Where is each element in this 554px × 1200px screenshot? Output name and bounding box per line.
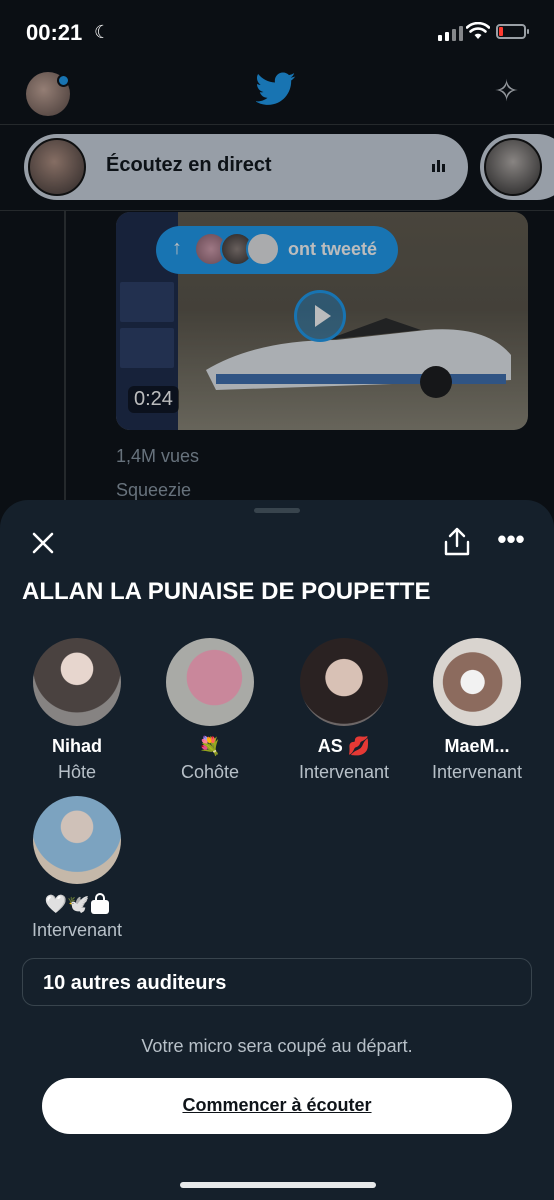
live-label: Écoutez en direct — [106, 154, 272, 176]
start-listening-label: Commencer à écouter — [182, 1095, 372, 1115]
twitter-bird-icon[interactable] — [256, 72, 296, 106]
share-icon[interactable] — [442, 526, 472, 558]
fleets-divider — [0, 210, 554, 211]
participant-speaker[interactable]: MaeM... Intervenant — [411, 638, 543, 783]
sheet-handle[interactable] — [254, 508, 300, 513]
participant-name: 🤍🕊️ — [44, 894, 90, 915]
participant-host[interactable]: Nihad Hôte — [11, 638, 143, 783]
status-time: 00:21 — [26, 20, 83, 45]
new-tweets-pill[interactable]: ↑ ont tweeté — [156, 226, 398, 274]
space-host-avatar — [28, 138, 86, 196]
video-duration: 0:24 — [128, 386, 179, 413]
avatar — [33, 796, 121, 884]
audio-equalizer-icon — [432, 160, 445, 172]
start-listening-button[interactable]: Commencer à écouter — [42, 1078, 512, 1134]
live-space-pill[interactable]: Écoutez en direct — [24, 134, 468, 200]
battery-icon — [496, 24, 529, 39]
battery-level — [499, 27, 503, 36]
tweeted-label: ont tweeté — [288, 239, 378, 259]
participant-role: Cohôte — [180, 762, 240, 782]
tweet-author[interactable]: Squeezie — [116, 480, 191, 501]
participant-name: 💐 — [198, 736, 222, 757]
participant-role: Hôte — [57, 762, 97, 782]
home-indicator[interactable] — [180, 1182, 376, 1188]
space-title: ALLAN LA PUNAISE DE POUPETTE — [22, 578, 431, 605]
cellular-signal-icon — [438, 26, 463, 41]
thread-line — [64, 210, 66, 510]
participant-name: Nihad — [51, 736, 102, 756]
participant-name-row: 🤍🕊️ — [11, 893, 143, 916]
view-count: 1,4M vues — [116, 446, 200, 466]
participant-name: MaeM... — [444, 736, 510, 756]
wifi-icon — [466, 22, 490, 39]
arrow-up-icon: ↑ — [172, 237, 182, 259]
header-divider — [0, 124, 554, 125]
participant-speaker[interactable]: AS 💋 Intervenant — [278, 638, 410, 783]
participant-name: AS 💋 — [317, 736, 371, 756]
status-bar: 00:21 ☾ — [0, 0, 554, 64]
space-sheet: ••• ALLAN LA PUNAISE DE POUPETTE Nihad H… — [0, 500, 554, 1200]
participant-role: Intervenant — [431, 762, 523, 782]
play-icon[interactable] — [294, 290, 346, 342]
listeners-label: 10 autres auditeurs — [43, 972, 227, 994]
race-car-graphic — [206, 318, 511, 398]
mic-note: Votre micro sera coupé au départ. — [141, 1036, 413, 1056]
timeline-background: ✧ Écoutez en direct 0:24 ↑ ont tweeté 1,… — [0, 64, 554, 514]
avatar — [300, 638, 388, 726]
space-host-avatar-secondary — [484, 138, 542, 196]
participant-role: Intervenant — [31, 920, 123, 940]
live-space-pill-secondary[interactable] — [480, 134, 554, 200]
sparkle-icon[interactable]: ✧ — [494, 74, 519, 109]
more-options-icon[interactable]: ••• — [496, 526, 526, 558]
moon-icon: ☾ — [94, 22, 111, 42]
close-icon[interactable] — [28, 528, 58, 558]
tweeter-avatar — [246, 232, 280, 266]
notification-dot — [57, 74, 70, 87]
avatar — [166, 638, 254, 726]
participant-cohost[interactable]: 💐 Cohôte — [144, 638, 276, 783]
avatar — [33, 638, 121, 726]
lock-icon — [91, 893, 110, 915]
avatar — [433, 638, 521, 726]
profile-avatar[interactable] — [26, 72, 70, 116]
participant-role: Intervenant — [298, 762, 390, 782]
participant-speaker[interactable]: 🤍🕊️ Intervenant — [11, 796, 143, 941]
listeners-count-button[interactable]: 10 autres auditeurs — [22, 958, 532, 1006]
